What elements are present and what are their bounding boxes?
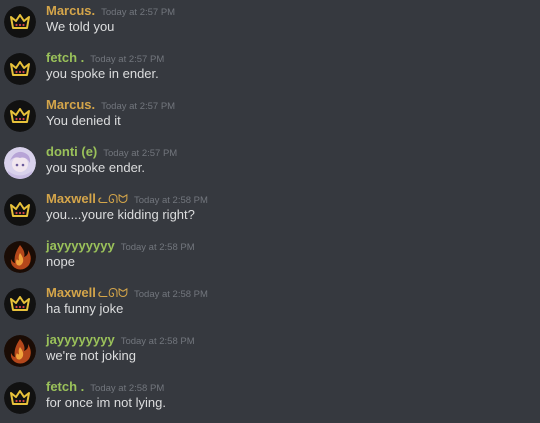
message-text: we're not joking [46,348,136,363]
timestamp: Today at 2:58 PM [134,195,208,206]
fire-avatar[interactable] [4,241,36,273]
timestamp: Today at 2:58 PM [134,289,208,300]
message-text: you....youre kidding right? [46,207,195,222]
crown-icon[interactable] [4,53,36,85]
author-name[interactable]: Maxwell [46,191,96,206]
crown-icon[interactable] [4,194,36,226]
timestamp: Today at 2:57 PM [101,7,176,18]
message: Maxwell ᓚᘏᗢ Today at 2:58 PM ha funny joke [0,282,540,329]
message: jayyyyyyyy Today at 2:58 PM we're not jok… [0,329,540,376]
anime-avatar[interactable] [4,147,36,179]
message-text: you spoke in ender. [46,66,159,81]
message-text: for once im not lying. [46,395,166,410]
crown-icon[interactable] [4,100,36,132]
message-text: You denied it [46,113,121,128]
message: jayyyyyyyy Today at 2:58 PM nope [0,235,540,282]
author-name[interactable]: Marcus. [46,97,95,112]
timestamp: Today at 2:57 PM [103,148,178,159]
cat-emoji: ᓚᘏᗢ [97,192,128,206]
crown-icon[interactable] [4,382,36,414]
message-text: nope [46,254,75,269]
message-list: Marcus. Today at 2:57 PM We told you fetc… [0,0,540,414]
message: donti (e) Today at 2:57 PM you spoke ende… [0,141,540,188]
fire-avatar[interactable] [4,335,36,367]
message: Marcus. Today at 2:57 PM You denied it [0,94,540,141]
author-name[interactable]: jayyyyyyyy [46,332,115,347]
message-text: We told you [46,19,115,34]
timestamp: Today at 2:57 PM [101,101,176,112]
message-text: you spoke ender. [46,160,146,175]
timestamp: Today at 2:58 PM [90,383,165,394]
author-name[interactable]: Marcus. [46,3,95,18]
crown-icon[interactable] [4,288,36,320]
timestamp: Today at 2:58 PM [120,336,195,347]
cat-emoji: ᓚᘏᗢ [97,286,128,300]
timestamp: Today at 2:58 PM [120,242,195,253]
author-name[interactable]: fetch . [46,50,84,65]
author-name[interactable]: donti (e) [46,144,97,159]
author-name[interactable]: fetch . [46,379,84,394]
message: Marcus. Today at 2:57 PM We told you [0,0,540,47]
author-name[interactable]: jayyyyyyyy [46,238,115,253]
message: fetch . Today at 2:57 PM you spoke in end… [0,47,540,94]
timestamp: Today at 2:57 PM [90,54,165,65]
message: Maxwell ᓚᘏᗢ Today at 2:58 PM you....youre … [0,188,540,235]
crown-icon[interactable] [4,6,36,38]
author-name[interactable]: Maxwell [46,285,96,300]
message: fetch . Today at 2:58 PM for once im not … [0,376,540,423]
message-text: ha funny joke [46,301,124,316]
